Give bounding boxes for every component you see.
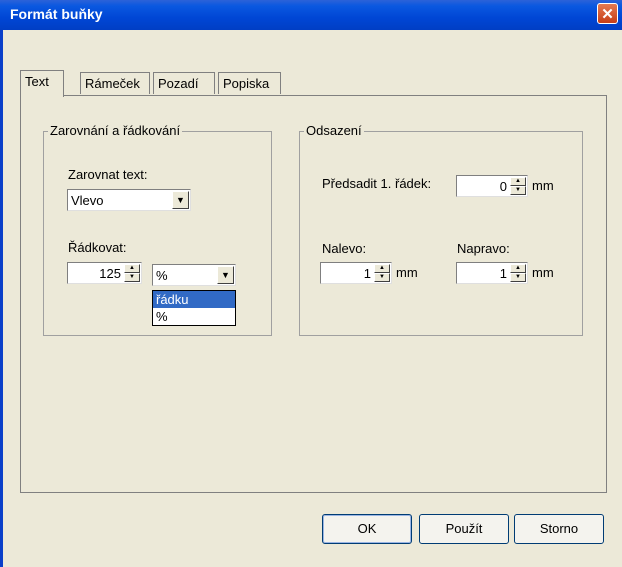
right-indent-unit: mm — [532, 265, 554, 280]
spacing-unit-value: % — [156, 268, 168, 283]
title-bar[interactable]: Formát buňky ✕ — [0, 0, 622, 30]
indent-group-title: Odsazení — [304, 123, 364, 138]
right-indent-value: 1 — [499, 266, 507, 281]
left-indent-spinner[interactable]: 1 ▲ ▼ — [320, 262, 392, 284]
spin-down-icon[interactable]: ▼ — [124, 273, 140, 282]
left-indent-value: 1 — [363, 266, 371, 281]
dropdown-option-line[interactable]: řádku — [153, 291, 235, 308]
window-title: Formát buňky — [10, 6, 103, 22]
spin-down-icon[interactable]: ▼ — [510, 186, 526, 195]
left-indent-label: Nalevo: — [322, 241, 367, 256]
close-button[interactable]: ✕ — [597, 3, 618, 24]
first-line-indent-label: Předsadit 1. řádek: — [322, 176, 432, 191]
chevron-down-icon[interactable]: ▼ — [172, 191, 189, 209]
left-indent-unit: mm — [396, 265, 418, 280]
line-spacing-spinner[interactable]: 125 ▲ ▼ — [67, 262, 142, 284]
align-text-combo[interactable]: Vlevo ▼ — [67, 189, 191, 211]
chevron-down-icon[interactable]: ▼ — [217, 266, 234, 284]
spin-up-icon[interactable]: ▲ — [124, 264, 140, 273]
right-indent-spinner[interactable]: 1 ▲ ▼ — [456, 262, 528, 284]
first-line-indent-spinner[interactable]: 0 ▲ ▼ — [456, 175, 528, 197]
indent-group: Odsazení — [299, 123, 583, 336]
ok-button[interactable]: OK — [322, 514, 412, 544]
spin-down-icon[interactable]: ▼ — [510, 273, 526, 282]
tab-caption[interactable]: Popiska — [218, 72, 281, 94]
dropdown-option-percent[interactable]: % — [153, 308, 235, 325]
first-line-indent-unit: mm — [532, 178, 554, 193]
spinner-buttons: ▲ ▼ — [124, 264, 140, 282]
align-text-value: Vlevo — [71, 193, 104, 208]
spin-up-icon[interactable]: ▲ — [510, 177, 526, 186]
cancel-button[interactable]: Storno — [514, 514, 604, 544]
spacing-unit-combo[interactable]: % ▼ — [152, 264, 236, 286]
spin-up-icon[interactable]: ▲ — [510, 264, 526, 273]
alignment-group-title: Zarovnání a řádkování — [48, 123, 183, 138]
spin-down-icon[interactable]: ▼ — [374, 273, 390, 282]
spacing-unit-dropdown-list: řádku % — [152, 290, 236, 326]
spinner-buttons: ▲ ▼ — [510, 264, 526, 282]
tab-panel-text: Zarovnání a řádkování Odsazení — [20, 95, 607, 493]
spin-up-icon[interactable]: ▲ — [374, 264, 390, 273]
first-line-indent-value: 0 — [499, 179, 507, 194]
tab-background[interactable]: Pozadí — [153, 72, 215, 94]
right-indent-label: Napravo: — [457, 241, 510, 256]
line-spacing-label: Řádkovat: — [68, 240, 127, 255]
tab-text[interactable]: Text — [20, 70, 64, 97]
tab-frame[interactable]: Rámeček — [80, 72, 150, 94]
spinner-buttons: ▲ ▼ — [374, 264, 390, 282]
align-text-label: Zarovnat text: — [68, 167, 148, 182]
apply-button[interactable]: Použít — [419, 514, 509, 544]
spinner-buttons: ▲ ▼ — [510, 177, 526, 195]
window-border — [0, 30, 3, 567]
line-spacing-value: 125 — [99, 266, 121, 281]
format-cell-dialog: Formát buňky ✕ Text Rámeček Pozadí Popis… — [0, 0, 622, 567]
